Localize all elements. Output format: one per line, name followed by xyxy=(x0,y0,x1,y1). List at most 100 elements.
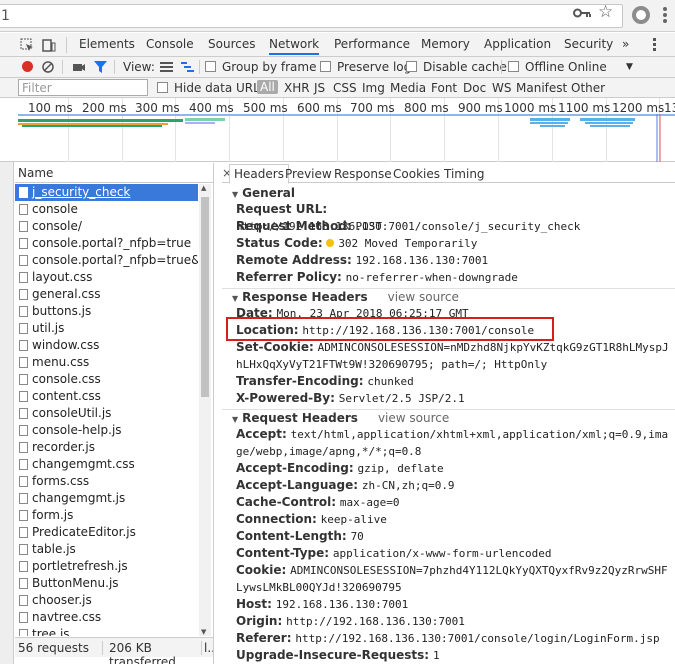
filter-funnel-icon[interactable] xyxy=(94,61,107,73)
name-column-header[interactable]: Name xyxy=(18,166,53,180)
tab-security[interactable]: Security xyxy=(564,37,613,51)
header-value: gzip, deflate xyxy=(357,462,444,475)
request-row[interactable]: console.portal?_nfpb=true xyxy=(15,235,198,252)
url-field[interactable]: 1 xyxy=(0,4,623,28)
request-row[interactable]: window.css xyxy=(15,337,198,354)
type-filter-js[interactable]: JS xyxy=(314,81,325,95)
request-row[interactable]: console.portal?_nfpb=true&_pa xyxy=(15,252,198,269)
request-row[interactable]: chooser.js xyxy=(15,592,198,609)
request-row[interactable]: ButtonMenu.js xyxy=(15,575,198,592)
type-filter-img[interactable]: Img xyxy=(362,81,385,95)
offline-checkbox[interactable]: Offline xyxy=(508,60,564,74)
request-row[interactable]: console.css xyxy=(15,371,198,388)
request-row[interactable]: changemgmt.js xyxy=(15,490,198,507)
request-row[interactable]: menu.css xyxy=(15,354,198,371)
scrollbar-thumb[interactable] xyxy=(201,197,209,397)
type-filter-all[interactable]: All xyxy=(257,80,278,94)
scroll-down-icon[interactable]: ▼ xyxy=(201,628,206,636)
group-by-frame-label: Group by frame xyxy=(222,60,317,74)
key-icon[interactable] xyxy=(573,6,591,20)
type-filter-doc[interactable]: Doc xyxy=(463,81,486,95)
request-name: content.css xyxy=(32,389,101,403)
request-row[interactable]: console xyxy=(15,201,198,218)
screenshot-camera-icon[interactable] xyxy=(72,61,86,73)
header-key: Connection: xyxy=(236,512,317,526)
tab-cookies[interactable]: Cookies xyxy=(393,167,440,181)
location-highlight-box xyxy=(226,317,554,341)
request-row[interactable]: buttons.js xyxy=(15,303,198,320)
request-row[interactable]: console-help.js xyxy=(15,422,198,439)
waterfall-overview-icon[interactable] xyxy=(181,61,194,73)
request-row[interactable]: navtree.css xyxy=(15,609,198,626)
record-icon[interactable] xyxy=(22,61,33,72)
header-row: Transfer-Encoding: chunked xyxy=(236,373,672,390)
preserve-log-checkbox[interactable]: Preserve log xyxy=(320,60,411,74)
request-row[interactable]: forms.css xyxy=(15,473,198,490)
tab-sources[interactable]: Sources xyxy=(208,37,255,51)
tab-preview[interactable]: Preview xyxy=(285,167,332,181)
chevron-down-icon[interactable]: ▼ xyxy=(626,62,633,72)
request-row[interactable]: j_security_check xyxy=(15,184,198,201)
type-filter-manifest[interactable]: Manifest xyxy=(516,81,567,95)
request-headers-section-header[interactable]: ▼ Request Headers view source xyxy=(232,411,449,425)
disable-cache-checkbox[interactable]: Disable cache xyxy=(406,60,507,74)
header-row: Content-Length: 70 xyxy=(236,528,672,545)
more-tabs-icon[interactable]: » xyxy=(622,37,629,51)
type-filter-media[interactable]: Media xyxy=(390,81,426,95)
header-key: Accept: xyxy=(236,427,287,441)
tab-application[interactable]: Application xyxy=(484,37,551,51)
devtools-menu-icon[interactable] xyxy=(653,38,657,51)
type-filter-font[interactable]: Font xyxy=(431,81,457,95)
request-row[interactable]: util.js xyxy=(15,320,198,337)
request-row[interactable]: general.css xyxy=(15,286,198,303)
request-row[interactable]: tree.js xyxy=(15,626,198,636)
tab-network[interactable]: Network xyxy=(269,37,320,55)
timeline-tick: 400 ms xyxy=(189,101,234,115)
clear-icon[interactable] xyxy=(42,61,54,73)
type-filter-other[interactable]: Other xyxy=(571,81,605,95)
tab-elements[interactable]: Elements xyxy=(79,37,135,51)
request-row[interactable]: form.js xyxy=(15,507,198,524)
footer-separator xyxy=(201,641,202,655)
request-row[interactable]: PredicateEditor.js xyxy=(15,524,198,541)
tab-memory[interactable]: Memory xyxy=(421,37,470,51)
request-row[interactable]: table.js xyxy=(15,541,198,558)
request-row[interactable]: content.css xyxy=(15,388,198,405)
filter-input[interactable] xyxy=(18,79,148,96)
request-row[interactable]: recorder.js xyxy=(15,439,198,456)
view-source-link[interactable]: view source xyxy=(388,290,459,304)
tab-headers[interactable]: Headers xyxy=(229,164,289,184)
hide-data-urls-checkbox[interactable]: Hide data URLs xyxy=(157,81,266,95)
request-name: console.portal?_nfpb=true xyxy=(32,236,192,250)
request-row[interactable]: consoleUtil.js xyxy=(15,405,198,422)
view-source-link[interactable]: view source xyxy=(378,411,449,425)
request-row[interactable]: console/ xyxy=(15,218,198,235)
throttling-select[interactable]: Online xyxy=(568,60,607,74)
group-by-frame-checkbox[interactable]: Group by frame xyxy=(205,60,316,74)
request-list-header[interactable]: Name xyxy=(15,163,213,183)
header-value: 192.168.136.130:7001 xyxy=(275,598,409,611)
panel-splitter[interactable] xyxy=(213,163,214,664)
response-headers-section-header[interactable]: ▼ Response Headers view source xyxy=(232,290,459,304)
large-rows-icon[interactable] xyxy=(160,62,173,72)
header-row: Accept-Encoding: gzip, deflate xyxy=(236,460,672,477)
device-toolbar-icon[interactable] xyxy=(42,38,56,52)
extension-icon[interactable] xyxy=(632,6,650,24)
type-filter-ws[interactable]: WS xyxy=(492,81,511,95)
scroll-up-icon[interactable]: ▲ xyxy=(201,184,206,192)
request-row[interactable]: changemgmt.css xyxy=(15,456,198,473)
star-icon[interactable]: ☆ xyxy=(598,4,613,21)
general-section-header[interactable]: ▼ General xyxy=(232,186,295,200)
timeline-overview[interactable]: 100 ms 200 ms 300 ms 400 ms 500 ms 600 m… xyxy=(0,98,675,162)
tab-console[interactable]: Console xyxy=(146,37,194,51)
tab-response[interactable]: Response xyxy=(334,167,392,181)
header-value: http://192.168.136.130:7001/console/logi… xyxy=(295,632,660,645)
type-filter-css[interactable]: CSS xyxy=(333,81,357,95)
type-filter-xhr[interactable]: XHR xyxy=(284,81,310,95)
browser-menu-icon[interactable] xyxy=(662,6,668,26)
request-row[interactable]: layout.css xyxy=(15,269,198,286)
tab-performance[interactable]: Performance xyxy=(334,37,410,51)
inspect-element-icon[interactable] xyxy=(20,38,34,52)
tab-timing[interactable]: Timing xyxy=(444,167,485,181)
request-row[interactable]: portletrefresh.js xyxy=(15,558,198,575)
